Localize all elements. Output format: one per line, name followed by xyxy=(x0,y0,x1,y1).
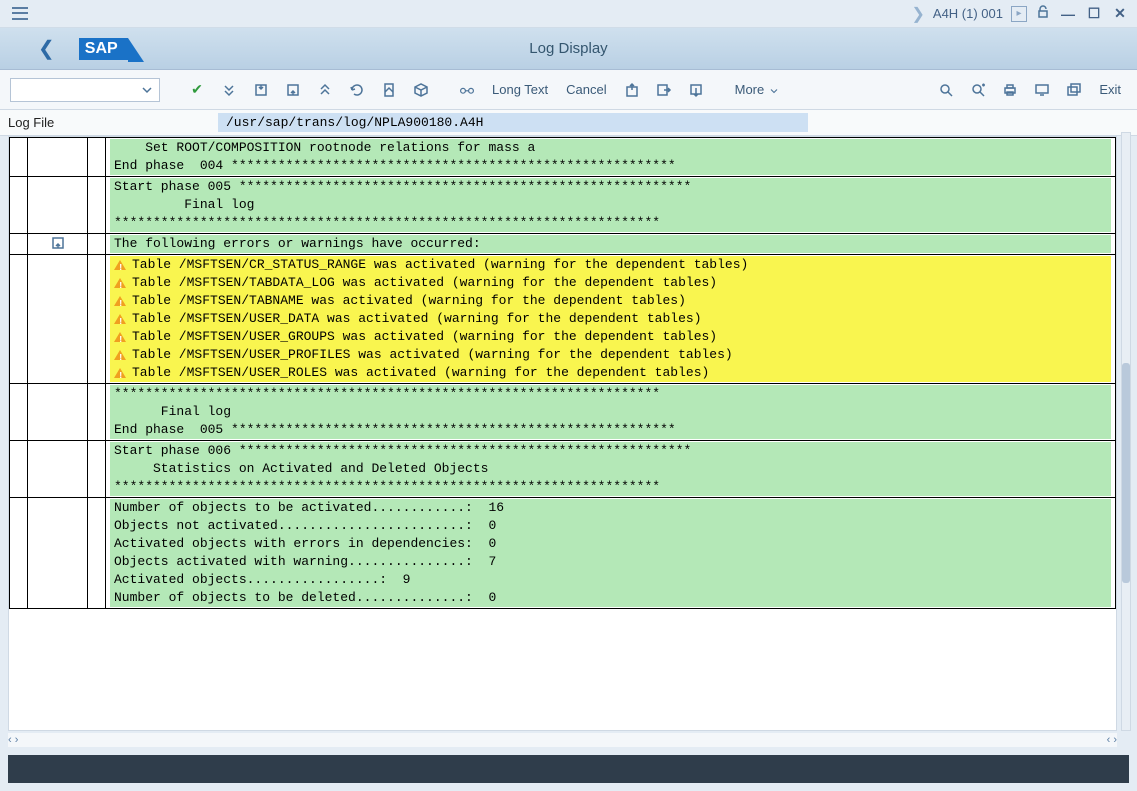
play-icon[interactable]: ▸ xyxy=(1011,6,1027,22)
warning-icon xyxy=(114,332,126,342)
export-up-icon[interactable] xyxy=(619,77,645,103)
log-row: ****************************************… xyxy=(10,384,1116,441)
export-right-icon[interactable] xyxy=(651,77,677,103)
log-warn-line: Table /MSFTSEN/USER_ROLES was activated … xyxy=(110,364,1111,382)
warning-icon xyxy=(114,296,126,306)
collapse-in-icon[interactable] xyxy=(248,77,274,103)
logfile-path[interactable]: /usr/sap/trans/log/NPLA900180.A4H xyxy=(218,113,808,132)
log-warn-line: Table /MSFTSEN/USER_DATA was activated (… xyxy=(110,310,1111,328)
log-line: Set ROOT/COMPOSITION rootnode relations … xyxy=(110,139,1111,157)
sap-logo: SAP xyxy=(79,38,128,60)
logfile-label: Log File xyxy=(8,115,218,130)
screen-icon[interactable] xyxy=(1029,77,1055,103)
log-line: Start phase 006 ************************… xyxy=(110,442,1111,460)
log-warn-line: Table /MSFTSEN/TABDATA_LOG was activated… xyxy=(110,274,1111,292)
search-icon[interactable] xyxy=(933,77,959,103)
lock-icon[interactable] xyxy=(1035,4,1051,23)
page-title: Log Display xyxy=(529,40,607,57)
log-line: Final log xyxy=(110,403,1111,421)
log-line: Start phase 005 ************************… xyxy=(110,178,1111,196)
log-warn-line: Table /MSFTSEN/CR_STATUS_RANGE was activ… xyxy=(110,256,1111,274)
warning-icon xyxy=(114,278,126,288)
chevron-right-icon[interactable]: ❯ xyxy=(912,4,925,24)
package-icon[interactable] xyxy=(408,77,434,103)
refresh-icon[interactable] xyxy=(344,77,370,103)
log-table: Set ROOT/COMPOSITION rootnode relations … xyxy=(9,137,1116,609)
maximize-button[interactable]: ☐ xyxy=(1085,6,1103,22)
log-line: Number of objects to be activated.......… xyxy=(110,499,1111,517)
warning-icon xyxy=(114,368,126,378)
import-down-icon[interactable] xyxy=(683,77,709,103)
vertical-scrollbar[interactable] xyxy=(1121,132,1131,731)
collapse-out-icon[interactable] xyxy=(280,77,306,103)
exit-button[interactable]: Exit xyxy=(1093,82,1127,97)
log-line: Objects not activated...................… xyxy=(110,517,1111,535)
search-plus-icon[interactable] xyxy=(965,77,991,103)
accept-button[interactable]: ✔ xyxy=(184,77,210,103)
long-text-button[interactable]: Long Text xyxy=(486,82,554,97)
log-line: Activated objects.................: 9 xyxy=(110,571,1111,589)
log-line: ****************************************… xyxy=(110,214,1111,232)
close-button[interactable]: ✕ xyxy=(1111,6,1129,22)
log-row: Start phase 006 ************************… xyxy=(10,441,1116,498)
log-row: Set ROOT/COMPOSITION rootnode relations … xyxy=(10,138,1116,177)
log-line: ****************************************… xyxy=(110,478,1111,496)
log-warn-line: Table /MSFTSEN/TABNAME was activated (wa… xyxy=(110,292,1111,310)
warning-icon xyxy=(114,314,126,324)
status-bar xyxy=(8,755,1129,783)
warning-icon xyxy=(114,350,126,360)
log-area: Set ROOT/COMPOSITION rootnode relations … xyxy=(8,136,1117,731)
back-button[interactable]: ❮ xyxy=(38,36,55,61)
log-row: Number of objects to be activated.......… xyxy=(10,498,1116,609)
page-icon[interactable] xyxy=(376,77,402,103)
log-line: Activated objects with errors in depende… xyxy=(110,535,1111,553)
log-warn-line: Table /MSFTSEN/USER_PROFILES was activat… xyxy=(110,346,1111,364)
expand-down-icon[interactable] xyxy=(216,77,242,103)
command-field[interactable] xyxy=(10,78,160,102)
log-line: End phase 005 **************************… xyxy=(110,421,1111,439)
minimize-button[interactable]: — xyxy=(1059,6,1077,22)
warning-icon xyxy=(114,260,126,270)
window-icon[interactable] xyxy=(1061,77,1087,103)
log-row: The following errors or warnings have oc… xyxy=(10,234,1116,255)
log-line: ****************************************… xyxy=(110,385,1111,403)
cancel-button[interactable]: Cancel xyxy=(560,82,612,97)
log-line: Statistics on Activated and Deleted Obje… xyxy=(110,460,1111,478)
horizontal-scrollbar[interactable]: ‹ ›‹ › xyxy=(8,733,1117,747)
system-bar: ❯ A4H (1) 001 ▸ — ☐ ✕ xyxy=(0,0,1137,28)
log-row: Table /MSFTSEN/CR_STATUS_RANGE was activ… xyxy=(10,255,1116,384)
print-icon[interactable] xyxy=(997,77,1023,103)
log-line: End phase 004 **************************… xyxy=(110,157,1111,175)
log-line: Number of objects to be deleted.........… xyxy=(110,589,1111,607)
log-warn-line: Table /MSFTSEN/USER_GROUPS was activated… xyxy=(110,328,1111,346)
collapse-icon[interactable] xyxy=(32,235,83,251)
log-line: Objects activated with warning..........… xyxy=(110,553,1111,571)
log-line: Final log xyxy=(110,196,1111,214)
toolbar: ✔ Long Text Cancel More Exit xyxy=(0,70,1137,110)
header-bar: ❮ SAP Log Display xyxy=(0,28,1137,70)
menu-icon[interactable] xyxy=(8,4,32,24)
log-row: Start phase 005 ************************… xyxy=(10,177,1116,234)
logfile-row: Log File /usr/sap/trans/log/NPLA900180.A… xyxy=(0,110,1137,136)
session-label: A4H (1) 001 xyxy=(933,6,1003,21)
log-line: The following errors or warnings have oc… xyxy=(110,235,1111,253)
expand-up-icon[interactable] xyxy=(312,77,338,103)
more-button[interactable]: More xyxy=(729,82,786,97)
glasses-icon[interactable] xyxy=(454,77,480,103)
